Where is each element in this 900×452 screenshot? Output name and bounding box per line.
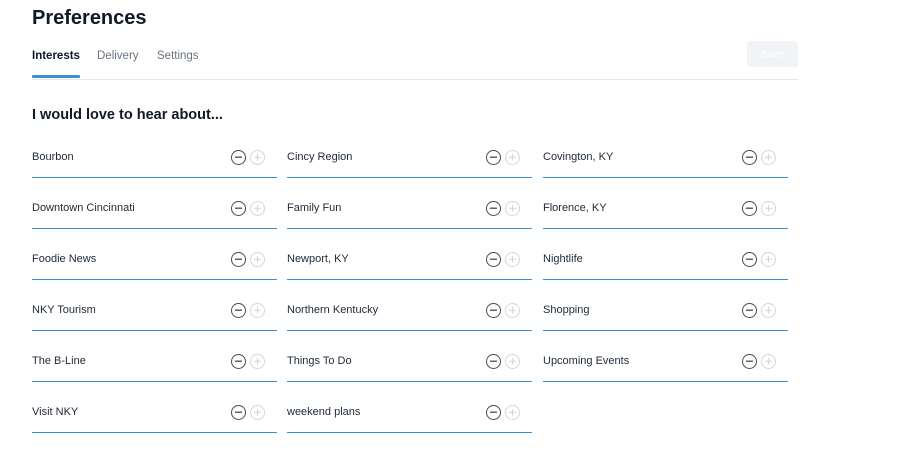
- minus-circle-icon[interactable]: [486, 405, 501, 420]
- interest-row: Visit NKY: [32, 394, 277, 433]
- minus-circle-icon[interactable]: [231, 150, 246, 165]
- plus-circle-icon[interactable]: [250, 150, 265, 165]
- plus-circle-icon[interactable]: [761, 150, 776, 165]
- plus-circle-icon[interactable]: [505, 252, 520, 267]
- interest-label: Things To Do: [287, 355, 352, 367]
- minus-circle-icon[interactable]: [486, 150, 501, 165]
- plus-circle-icon[interactable]: [250, 303, 265, 318]
- plus-circle-icon[interactable]: [505, 303, 520, 318]
- plus-circle-icon[interactable]: [250, 252, 265, 267]
- minus-circle-icon[interactable]: [231, 354, 246, 369]
- interest-label: Northern Kentucky: [287, 304, 379, 316]
- minus-circle-icon[interactable]: [486, 201, 501, 216]
- minus-circle-icon[interactable]: [486, 354, 501, 369]
- plus-circle-icon[interactable]: [761, 252, 776, 267]
- tab-bar: Interests Delivery Settings: [32, 47, 798, 80]
- interest-row: Family Fun: [287, 190, 532, 229]
- interest-label: Florence, KY: [543, 202, 607, 214]
- minus-circle-icon[interactable]: [742, 252, 757, 267]
- interest-row: Florence, KY: [543, 190, 788, 229]
- minus-circle-icon[interactable]: [231, 252, 246, 267]
- interest-row: Cincy Region: [287, 139, 532, 178]
- interest-row: Downtown Cincinnati: [32, 190, 277, 229]
- minus-circle-icon[interactable]: [486, 303, 501, 318]
- minus-circle-icon[interactable]: [486, 252, 501, 267]
- interest-label: Covington, KY: [543, 151, 614, 163]
- minus-circle-icon[interactable]: [742, 354, 757, 369]
- interest-row: Foodie News: [32, 241, 277, 280]
- plus-circle-icon[interactable]: [761, 303, 776, 318]
- plus-circle-icon[interactable]: [250, 405, 265, 420]
- plus-circle-icon[interactable]: [761, 201, 776, 216]
- plus-circle-icon[interactable]: [505, 405, 520, 420]
- interest-label: Bourbon: [32, 151, 74, 163]
- minus-circle-icon[interactable]: [742, 303, 757, 318]
- minus-circle-icon[interactable]: [742, 201, 757, 216]
- save-button[interactable]: Save: [747, 41, 798, 67]
- interest-row: Newport, KY: [287, 241, 532, 280]
- tab-interests[interactable]: Interests: [32, 50, 80, 78]
- page-title: Preferences: [32, 7, 147, 29]
- interest-label: Family Fun: [287, 202, 342, 214]
- interest-label: Foodie News: [32, 253, 97, 265]
- plus-circle-icon[interactable]: [505, 201, 520, 216]
- interest-row: The B-Line: [32, 343, 277, 382]
- interest-label: The B-Line: [32, 355, 86, 367]
- minus-circle-icon[interactable]: [742, 150, 757, 165]
- interest-label: NKY Tourism: [32, 304, 96, 316]
- plus-circle-icon[interactable]: [761, 354, 776, 369]
- interest-label: Upcoming Events: [543, 355, 630, 367]
- interest-row: weekend plans: [287, 394, 532, 433]
- interest-row: Northern Kentucky: [287, 292, 532, 331]
- interest-row: NKY Tourism: [32, 292, 277, 331]
- interest-row: Shopping: [543, 292, 788, 331]
- tab-settings[interactable]: Settings: [157, 50, 199, 78]
- tab-delivery[interactable]: Delivery: [97, 50, 139, 78]
- interest-row: Upcoming Events: [543, 343, 788, 382]
- interest-row: Things To Do: [287, 343, 532, 382]
- section-heading: I would love to hear about...: [32, 107, 223, 123]
- interest-row: Bourbon: [32, 139, 277, 178]
- interest-label: Nightlife: [543, 253, 583, 265]
- minus-circle-icon[interactable]: [231, 303, 246, 318]
- interest-label: Newport, KY: [287, 253, 349, 265]
- minus-circle-icon[interactable]: [231, 201, 246, 216]
- interest-label: Visit NKY: [32, 406, 79, 418]
- plus-circle-icon[interactable]: [250, 201, 265, 216]
- plus-circle-icon[interactable]: [250, 354, 265, 369]
- minus-circle-icon[interactable]: [231, 405, 246, 420]
- plus-circle-icon[interactable]: [505, 150, 520, 165]
- interest-row: Nightlife: [543, 241, 788, 280]
- interest-label: Shopping: [543, 304, 590, 316]
- interest-label: Downtown Cincinnati: [32, 202, 135, 214]
- interest-label: Cincy Region: [287, 151, 353, 163]
- interest-row: Covington, KY: [543, 139, 788, 178]
- interest-label: weekend plans: [287, 406, 361, 418]
- plus-circle-icon[interactable]: [505, 354, 520, 369]
